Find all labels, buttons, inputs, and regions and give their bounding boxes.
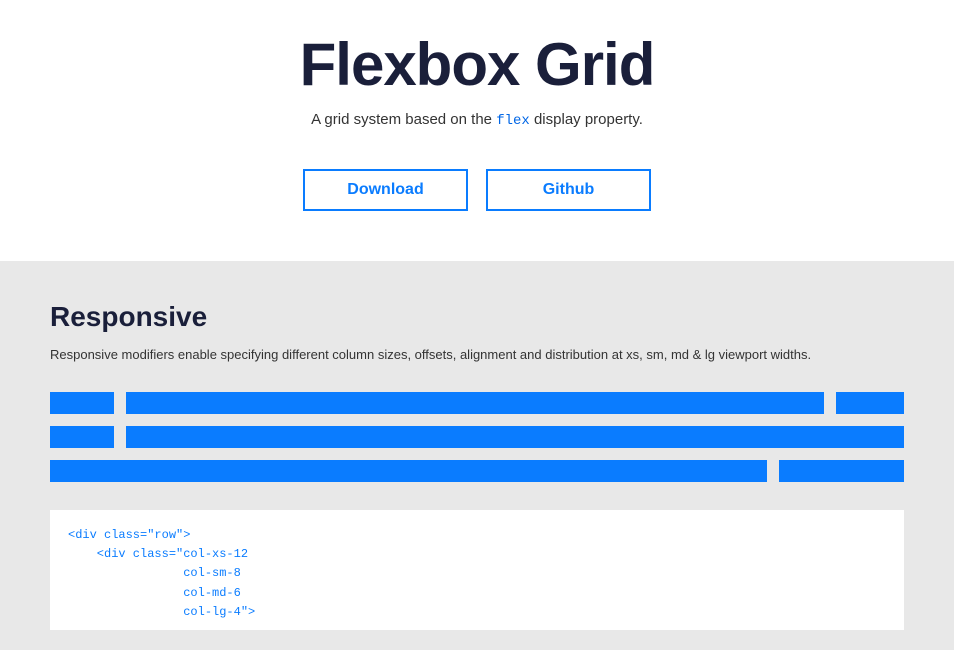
subtitle-text-pre: A grid system based on the xyxy=(311,111,496,128)
code-line: <div class="col-xs-12 xyxy=(68,547,248,561)
demo-col xyxy=(50,392,114,414)
subtitle-text-post: display property. xyxy=(530,111,643,128)
section-title: Responsive xyxy=(50,301,904,333)
code-line: col-lg-4"> xyxy=(68,605,255,619)
code-line: col-sm-8 xyxy=(68,566,241,580)
demo-col xyxy=(779,460,904,482)
hero-section: Flexbox Grid A grid system based on the … xyxy=(0,0,954,261)
subtitle-code: flex xyxy=(496,113,530,129)
demo-col xyxy=(50,460,767,482)
demo-row xyxy=(50,460,904,482)
button-row: Download Github xyxy=(20,169,934,211)
responsive-section: Responsive Responsive modifiers enable s… xyxy=(0,261,954,650)
demo-row xyxy=(50,426,904,448)
demo-col xyxy=(126,426,904,448)
code-line: col-md-6 xyxy=(68,586,241,600)
section-description: Responsive modifiers enable specifying d… xyxy=(50,347,904,362)
code-example: <div class="row"> <div class="col-xs-12 … xyxy=(50,510,904,630)
page-subtitle: A grid system based on the flex display … xyxy=(20,111,934,129)
github-button[interactable]: Github xyxy=(486,169,651,211)
download-button[interactable]: Download xyxy=(303,169,468,211)
demo-row xyxy=(50,392,904,414)
code-line: <div class="row"> xyxy=(68,528,190,542)
page-title: Flexbox Grid xyxy=(20,30,934,99)
demo-col xyxy=(126,392,824,414)
demo-col xyxy=(836,392,904,414)
demo-col xyxy=(50,426,114,448)
grid-demo xyxy=(50,392,904,482)
